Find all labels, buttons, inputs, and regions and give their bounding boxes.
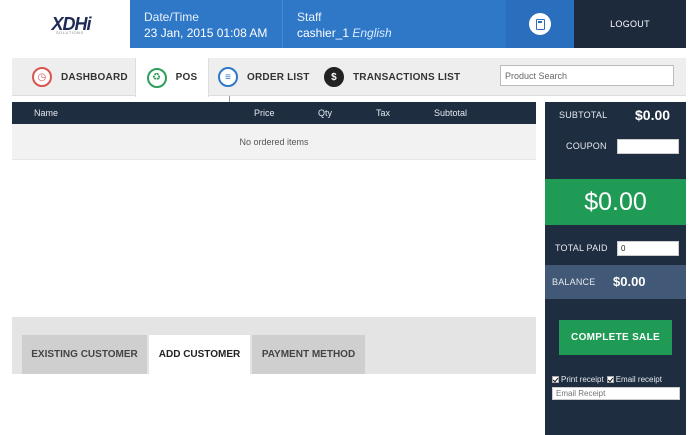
subtotal-label: SUBTOTAL [559,110,608,120]
datetime-block: Date/Time 23 Jan, 2015 01:08 AM [130,0,282,48]
staff-name: cashier_1 [297,26,350,40]
table-header: Name Price Qty Tax Subtotal [12,102,536,124]
staff-block: Staff cashier_1 English [282,0,506,48]
tab-pos[interactable]: ♻ POS [135,58,209,97]
balance-row: BALANCE $0.00 [545,265,686,299]
subtotal-value: $0.00 [635,107,671,123]
logo-subtext: SOLUTIONS [56,30,84,35]
balance-value: $0.00 [613,274,646,289]
list-icon: ≡ [218,67,238,87]
pos-app: XDHi SOLUTIONS Date/Time 23 Jan, 2015 01… [0,0,700,435]
tab-dashboard[interactable]: ◷ DASHBOARD [32,58,128,96]
tab-payment-method[interactable]: PAYMENT METHOD [252,335,365,374]
staff-value: cashier_1 English [297,26,392,40]
total-amount: $0.00 [545,179,686,225]
tab-order-list[interactable]: ≡ ORDER LIST [218,58,310,96]
column-subtotal: Subtotal [434,108,468,118]
staff-label: Staff [297,10,322,24]
empty-order-message: No ordered items [12,124,536,160]
customer-tabs: EXISTING CUSTOMER ADD CUSTOMER PAYMENT M… [12,317,536,374]
order-table: Name Price Qty Tax Subtotal No ordered i… [12,102,536,317]
email-receipt-input[interactable] [552,387,680,400]
column-qty: Qty [318,108,333,118]
staff-language[interactable]: English [352,26,391,40]
tab-order-list-label: ORDER LIST [247,71,310,83]
calculator-button[interactable] [506,0,574,48]
print-receipt-label: Print receipt [561,374,604,384]
totals-panel: SUBTOTAL $0.00 COUPON $0.00 TOTAL PAID B… [545,102,686,435]
datetime-value: 23 Jan, 2015 01:08 AM [144,26,268,40]
print-receipt-checkbox[interactable] [552,375,559,383]
tab-transactions-list[interactable]: $ TRANSACTIONS LIST [324,58,460,96]
calculator-icon [529,13,551,35]
column-name: Name [34,108,59,118]
email-receipt-label: Email receipt [615,374,662,384]
product-search-input[interactable] [500,65,674,86]
datetime-label: Date/Time [144,10,199,24]
logo: XDHi SOLUTIONS [12,0,130,48]
tab-dashboard-label: DASHBOARD [61,71,128,83]
logout-button[interactable]: LOGOUT [574,0,686,48]
total-paid-label: TOTAL PAID [555,243,608,253]
header: XDHi SOLUTIONS Date/Time 23 Jan, 2015 01… [0,0,700,48]
balance-label: BALANCE [552,277,596,287]
cart-icon: ♻ [146,67,167,88]
receipt-options: Print receipt Email receipt [552,373,684,385]
tab-add-customer[interactable]: ADD CUSTOMER [149,335,250,374]
complete-sale-button[interactable]: COMPLETE SALE [559,320,672,355]
total-paid-input[interactable] [617,241,679,256]
coupon-label: COUPON [566,141,607,151]
money-icon: $ [324,67,344,87]
coupon-input[interactable] [617,139,679,154]
email-receipt-checkbox[interactable] [606,375,614,383]
column-tax: Tax [376,108,391,118]
main-nav: ◷ DASHBOARD ♻ POS ≡ ORDER LIST $ TRANSAC… [12,58,686,97]
speedometer-icon: ◷ [32,67,52,87]
tab-transactions-list-label: TRANSACTIONS LIST [353,71,461,83]
column-price: Price [254,108,275,118]
tab-pos-label: POS [175,72,198,83]
tab-existing-customer[interactable]: EXISTING CUSTOMER [22,335,147,374]
